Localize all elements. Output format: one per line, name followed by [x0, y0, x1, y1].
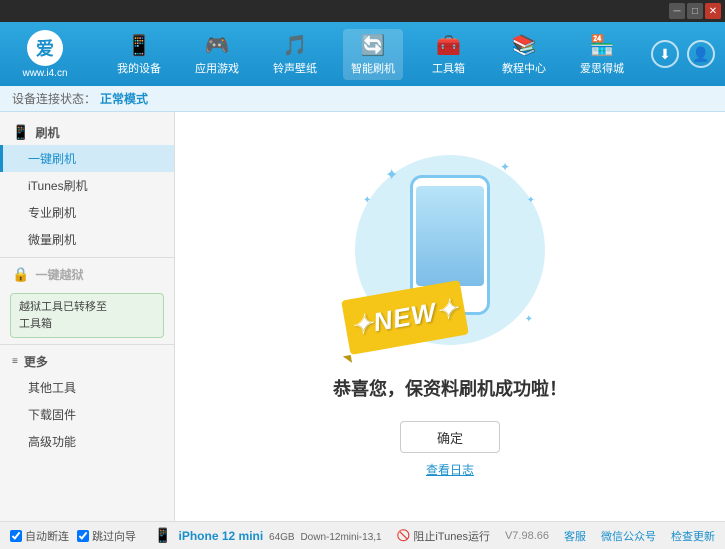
sparkle-1: ✦	[385, 165, 398, 185]
sidebar-item-one-key-flash[interactable]: 一键刷机	[0, 145, 174, 172]
status-label: 设备连接状态：	[12, 90, 96, 107]
device-nav-icon: 📱	[127, 33, 152, 58]
status-value: 正常模式	[100, 90, 148, 107]
sidebar-item-download-firmware[interactable]: 下载固件	[0, 401, 174, 428]
apps-nav-icon: 🎮	[205, 33, 230, 58]
version-label: V7.98.66	[505, 530, 549, 542]
ribbon-text: ✦NEW✦	[349, 293, 462, 342]
nav-item-toolbox[interactable]: 🧰 工具箱	[421, 29, 476, 80]
device-model: Down-12mini-13,1	[298, 532, 382, 543]
content-area: ✦ ✦ ✦ ✦ ✦ ✦NEW✦ 恭喜您，保资料刷机成功啦！ 确定 查看日志	[175, 112, 725, 521]
nav-label-tutorials: 教程中心	[502, 60, 546, 76]
device-status-icon: 📱	[154, 527, 171, 543]
sidebar-item-advanced[interactable]: 高级功能	[0, 428, 174, 455]
sidebar-divider-1	[0, 257, 174, 258]
ringtone-nav-icon: 🎵	[283, 33, 308, 58]
device-name: iPhone 12 mini	[179, 529, 264, 543]
nav-item-my-device[interactable]: 📱 我的设备	[109, 29, 169, 80]
device-info: 📱 iPhone 12 mini 64GB Down-12mini-13,1	[154, 527, 382, 544]
wechat-link[interactable]: 微信公众号	[601, 528, 656, 544]
sidebar-item-other-tools[interactable]: 其他工具	[0, 374, 174, 401]
maximize-button[interactable]: □	[687, 3, 703, 19]
nav-item-apps-games[interactable]: 🎮 应用游戏	[187, 29, 247, 80]
view-log-link[interactable]: 查看日志	[426, 461, 474, 478]
flash-section-icon: 📱	[12, 124, 29, 141]
nav-label-smart-flash: 智能刷机	[351, 60, 395, 76]
status-bar: 设备连接状态： 正常模式	[0, 86, 725, 112]
more-section-icon: ≡	[12, 356, 18, 367]
nav-item-smart-flash[interactable]: 🔄 智能刷机	[343, 29, 403, 80]
confirm-button[interactable]: 确定	[400, 421, 500, 453]
customer-service-link[interactable]: 客服	[564, 528, 586, 544]
bottombar-right: 🚫 阻止iTunes运行 V7.98.66 客服 微信公众号 检查更新	[397, 528, 715, 544]
nav-label-my-device: 我的设备	[117, 60, 161, 76]
logo-area: 爱 www.i4.cn	[10, 30, 80, 79]
nav-right-actions: ⬇ 👤	[651, 40, 715, 68]
nav-item-ringtones[interactable]: 🎵 铃声壁纸	[265, 29, 325, 80]
phone-screen	[416, 186, 484, 286]
itunes-status: 🚫 阻止iTunes运行	[397, 528, 490, 544]
sidebar-locked-section: 🔒 一键越狱	[0, 262, 174, 287]
main-area: 📱 刷机 一键刷机 iTunes刷机 专业刷机 微量刷机 🔒 一键越狱 越狱工具…	[0, 112, 725, 521]
sparkle-4: ✦	[527, 195, 535, 206]
success-illustration: ✦ ✦ ✦ ✦ ✦ ✦NEW✦	[350, 155, 550, 355]
logo-url: www.i4.cn	[22, 68, 67, 79]
top-navigation: 爱 www.i4.cn 📱 我的设备 🎮 应用游戏 🎵 铃声壁纸 🔄 智能刷机 …	[0, 22, 725, 86]
toolbox-nav-icon: 🧰	[436, 33, 461, 58]
nav-label-city: 爱思得城	[580, 60, 624, 76]
check-update-link[interactable]: 检查更新	[671, 528, 715, 544]
sidebar-section-more: ≡ 更多	[0, 349, 174, 374]
sidebar-item-itunes-flash[interactable]: iTunes刷机	[0, 172, 174, 199]
sidebar-section-flash: 📱 刷机	[0, 120, 174, 145]
skip-wizard-input[interactable]	[77, 530, 89, 542]
user-button[interactable]: 👤	[687, 40, 715, 68]
itunes-icon: 🚫	[397, 529, 411, 542]
sparkle-5: ✦	[525, 314, 533, 325]
nav-item-tutorials[interactable]: 📚 教程中心	[494, 29, 554, 80]
auto-disconnect-input[interactable]	[10, 530, 22, 542]
bottombar-left: 自动断连 跳过向导 📱 iPhone 12 mini 64GB Down-12m…	[10, 527, 397, 544]
city-nav-icon: 🏪	[590, 33, 615, 58]
nav-label-ringtones: 铃声壁纸	[273, 60, 317, 76]
logo-icon: 爱	[27, 30, 63, 66]
sidebar: 📱 刷机 一键刷机 iTunes刷机 专业刷机 微量刷机 🔒 一键越狱 越狱工具…	[0, 112, 175, 521]
sidebar-item-micro-flash[interactable]: 微量刷机	[0, 226, 174, 253]
success-message: 恭喜您，保资料刷机成功啦！	[333, 375, 567, 401]
sidebar-divider-2	[0, 344, 174, 345]
minimize-button[interactable]: ─	[669, 3, 685, 19]
sidebar-section-label: 刷机	[35, 124, 59, 141]
phone-illustration: ✦ ✦ ✦ ✦ ✦ ✦NEW✦	[355, 155, 545, 355]
auto-disconnect-checkbox[interactable]: 自动断连	[10, 528, 69, 544]
download-button[interactable]: ⬇	[651, 40, 679, 68]
flash-nav-icon: 🔄	[361, 33, 386, 58]
nav-label-apps: 应用游戏	[195, 60, 239, 76]
sidebar-info-box: 越狱工具已转移至 工具箱	[10, 293, 164, 338]
skip-wizard-checkbox[interactable]: 跳过向导	[77, 528, 136, 544]
nav-item-iphone-city[interactable]: 🏪 爱思得城	[572, 29, 632, 80]
lock-icon: 🔒	[12, 266, 29, 283]
sparkle-2: ✦	[500, 160, 510, 174]
tutorials-nav-icon: 📚	[512, 33, 537, 58]
device-storage: 64GB	[266, 532, 294, 543]
close-button[interactable]: ✕	[705, 3, 721, 19]
sparkle-3: ✦	[363, 195, 371, 206]
titlebar: ─ □ ✕	[0, 0, 725, 22]
nav-label-toolbox: 工具箱	[432, 60, 465, 76]
sidebar-item-pro-flash[interactable]: 专业刷机	[0, 199, 174, 226]
nav-items: 📱 我的设备 🎮 应用游戏 🎵 铃声壁纸 🔄 智能刷机 🧰 工具箱 📚 教程中心…	[100, 29, 641, 80]
bottom-bar: 自动断连 跳过向导 📱 iPhone 12 mini 64GB Down-12m…	[0, 521, 725, 549]
